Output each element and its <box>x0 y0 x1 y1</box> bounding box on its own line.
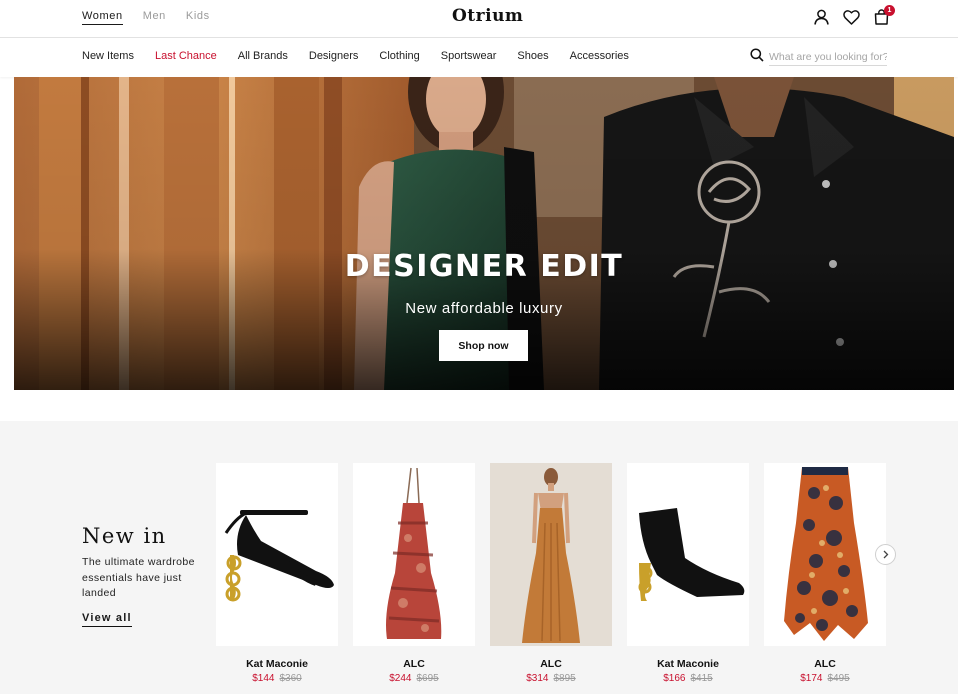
original-price: $415 <box>690 673 713 684</box>
tab-women[interactable]: Women <box>82 10 123 25</box>
product-prices: $244 $695 <box>353 673 475 684</box>
product-card[interactable]: ALC $314 $895 <box>490 463 612 684</box>
sale-price: $166 <box>663 673 686 684</box>
hero-title: DESIGNER EDIT <box>344 249 624 284</box>
nav-clothing[interactable]: Clothing <box>379 50 419 62</box>
nav-items: New Items Last Chance All Brands Designe… <box>82 50 650 62</box>
new-in-section: New in The ultimate wardrobe essentials … <box>0 421 958 694</box>
tab-men[interactable]: Men <box>143 10 166 25</box>
product-prices: $174 $495 <box>764 673 886 684</box>
account-icon[interactable] <box>812 7 830 27</box>
nav-accessories[interactable]: Accessories <box>570 50 629 62</box>
product-image[interactable] <box>216 463 338 646</box>
original-price: $695 <box>416 673 439 684</box>
product-prices: $314 $895 <box>490 673 612 684</box>
product-card[interactable]: Kat Maconie $144 $360 <box>216 463 338 684</box>
hero-banner[interactable]: DESIGNER EDIT New affordable luxury Shop… <box>14 77 954 390</box>
tab-kids[interactable]: Kids <box>186 10 210 25</box>
nav-designers[interactable]: Designers <box>309 50 359 62</box>
nav-sportswear[interactable]: Sportswear <box>441 50 497 62</box>
original-price: $360 <box>279 673 302 684</box>
sale-price: $314 <box>526 673 549 684</box>
gender-tabs: Women Men Kids <box>82 10 210 25</box>
product-brand: ALC <box>540 658 562 670</box>
search-input[interactable] <box>769 48 887 66</box>
product-card[interactable]: Kat Maconie $166 $415 <box>627 463 749 684</box>
top-bar: Women Men Kids Otrium 1 <box>0 0 958 38</box>
product-card[interactable]: ALC $244 $695 <box>353 463 475 684</box>
cart-count-badge: 1 <box>884 5 895 16</box>
header-icons: 1 <box>812 5 895 27</box>
sale-price: $144 <box>252 673 275 684</box>
original-price: $895 <box>553 673 576 684</box>
product-brand: Kat Maconie <box>246 658 308 670</box>
original-price: $495 <box>827 673 850 684</box>
section-description: The ultimate wardrobe essentials have ju… <box>82 556 195 599</box>
product-card[interactable]: ALC $174 $495 <box>764 463 886 684</box>
nav-new-items[interactable]: New Items <box>82 50 134 62</box>
nav-all-brands[interactable]: All Brands <box>238 50 288 62</box>
site-logo[interactable]: Otrium <box>452 6 523 26</box>
product-brand: Kat Maconie <box>657 658 719 670</box>
sale-price: $174 <box>800 673 823 684</box>
product-prices: $144 $360 <box>216 673 338 684</box>
wishlist-heart-icon[interactable] <box>842 7 860 27</box>
cart-bag-icon[interactable]: 1 <box>872 5 895 27</box>
product-image[interactable] <box>627 463 749 646</box>
category-nav: New Items Last Chance All Brands Designe… <box>0 38 958 77</box>
product-prices: $166 $415 <box>627 673 749 684</box>
nav-shoes[interactable]: Shoes <box>517 50 548 62</box>
section-title: New in <box>82 524 167 548</box>
product-brand: ALC <box>403 658 425 670</box>
carousel-next-button[interactable] <box>875 544 896 565</box>
nav-last-chance[interactable]: Last Chance <box>155 50 217 62</box>
search-icon[interactable] <box>750 47 764 67</box>
sale-price: $244 <box>389 673 412 684</box>
product-image[interactable] <box>353 463 475 646</box>
shop-now-button[interactable]: Shop now <box>439 330 528 361</box>
search-bar <box>750 47 887 67</box>
view-all-link[interactable]: View all <box>82 612 132 627</box>
product-brand: ALC <box>814 658 836 670</box>
hero-subtitle: New affordable luxury <box>405 300 563 317</box>
product-image[interactable] <box>490 463 612 646</box>
product-image[interactable] <box>764 463 886 646</box>
chevron-right-icon <box>882 546 889 564</box>
